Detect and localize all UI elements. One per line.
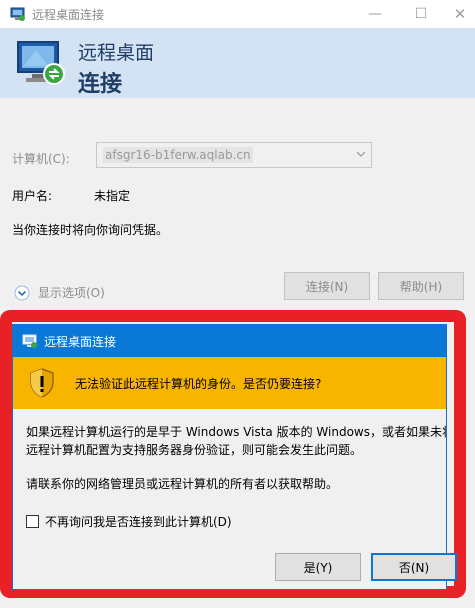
header-title-line2: 连接 — [78, 72, 123, 97]
remote-desktop-monitor-icon — [17, 41, 65, 85]
credential-note: 当你连接时将向你询问凭据。 — [12, 223, 169, 237]
window-header: 远程桌面 连接 — [0, 28, 475, 98]
expand-circle-icon — [14, 285, 30, 300]
computer-label: 计算机(C): — [12, 152, 70, 166]
dont-ask-again-checkbox[interactable] — [26, 515, 39, 528]
yes-button[interactable]: 是(Y) — [275, 553, 361, 581]
warning-band: 无法验证此远程计算机的身份。是否仍要连接? — [13, 357, 446, 409]
connect-button[interactable]: 连接(N) — [284, 272, 370, 300]
security-warning-dialog: 远程桌面连接 无法验证此远程计算机的身份。是否仍要连接? 如果远程计算机运行的是… — [12, 324, 457, 590]
close-button[interactable]: ✕ — [437, 0, 475, 28]
dialog-message: 如果远程计算机运行的是早于 Windows Vista 版本的 Windows，… — [26, 423, 446, 459]
warning-text: 无法验证此远程计算机的身份。是否仍要连接? — [75, 377, 322, 391]
warning-shield-icon — [30, 368, 54, 398]
computer-value: afsgr16-b1ferw.aqlab.cn — [103, 147, 253, 163]
dialog-title-bar: 远程桌面连接 — [13, 325, 446, 357]
dialog-title: 远程桌面连接 — [44, 334, 117, 349]
no-button[interactable]: 否(N) — [371, 553, 457, 581]
remote-desktop-icon — [22, 334, 37, 348]
dont-ask-again-label[interactable]: 不再询问我是否连接到此计算机(D) — [45, 513, 232, 530]
header-title-line1: 远程桌面 — [78, 42, 155, 64]
message-line-2: 远程计算机配置为支持服务器身份验证，则可能会发生此问题。 — [26, 443, 363, 457]
username-value: 未指定 — [94, 189, 131, 203]
show-options-toggle[interactable]: 显示选项(O) — [14, 284, 105, 301]
contact-note: 请联系你的网络管理员或远程计算机的所有者以获取帮助。 — [26, 477, 339, 491]
minimize-button[interactable]: — — [352, 0, 398, 28]
username-label: 用户名: — [12, 189, 53, 203]
computer-combobox[interactable]: afsgr16-b1ferw.aqlab.cn — [96, 142, 372, 168]
window-title: 远程桌面连接 — [32, 7, 105, 22]
message-line-1: 如果远程计算机运行的是早于 Windows Vista 版本的 Windows，… — [26, 425, 446, 439]
remote-desktop-icon — [10, 7, 25, 21]
help-button[interactable]: 帮助(H) — [378, 272, 464, 300]
show-options-label: 显示选项(O) — [38, 286, 105, 300]
dont-ask-again-checkbox-row[interactable]: 不再询问我是否连接到此计算机(D) — [26, 513, 232, 530]
chevron-down-icon[interactable] — [355, 148, 367, 160]
